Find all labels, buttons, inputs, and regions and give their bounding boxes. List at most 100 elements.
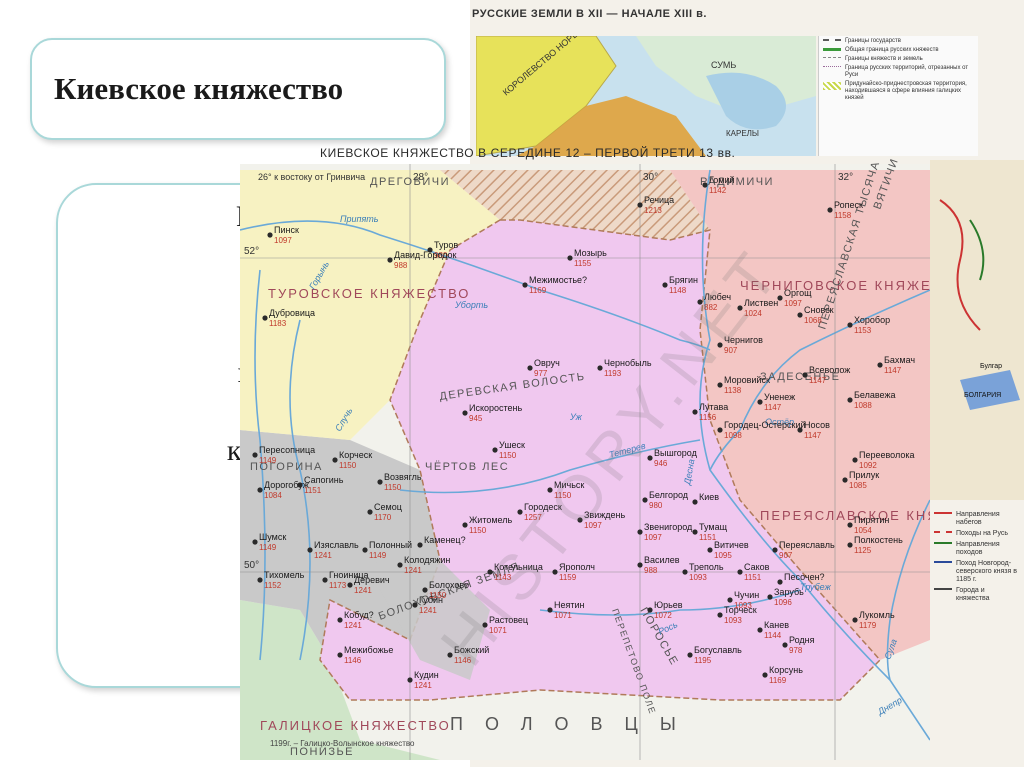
legend-label: Придунайско-приднестровская территория, … xyxy=(845,81,967,101)
city-name: Семоц xyxy=(374,502,402,512)
city-year: 1054 xyxy=(854,526,872,535)
legend-swatch xyxy=(823,48,841,51)
city-dot xyxy=(777,579,783,585)
city-name: Давид-Городок xyxy=(394,250,457,260)
city-year: 1149 xyxy=(259,543,277,552)
river-label: Трубеж xyxy=(800,582,832,592)
legend-row: Придунайско-приднестровская территория, … xyxy=(823,81,974,102)
background-map-legend: Границы государств Общая граница русских… xyxy=(818,36,978,156)
city-year: 1093 xyxy=(689,573,707,582)
city-dot xyxy=(252,539,258,545)
city-year: 1150 xyxy=(499,451,517,460)
city-year: 977 xyxy=(534,369,548,378)
city-name: Туров xyxy=(434,240,458,250)
city-name: Треполь xyxy=(689,562,724,572)
city-dot xyxy=(307,547,313,553)
region-label: ТУРОВСКОЕ КНЯЖЕСТВО xyxy=(268,286,470,301)
legend-row: Города и княжества xyxy=(934,587,1020,603)
city-name: Сновск xyxy=(804,305,834,315)
city-year: 1146 xyxy=(344,656,362,665)
city-name: Перееволока xyxy=(859,450,914,460)
city-name: Деревич xyxy=(354,575,390,585)
city-year: 1151 xyxy=(744,573,762,582)
city-year: 1095 xyxy=(714,551,732,560)
bg-label-bulgar: Булгар xyxy=(980,363,1002,370)
city-dot xyxy=(337,652,343,658)
city-name: Колодяжин xyxy=(404,555,450,565)
region-label: ГАЛИЦКОЕ КНЯЖЕСТВО xyxy=(260,718,451,733)
city-name: Бахмач xyxy=(884,355,915,365)
legend-label: Граница русских территорий, отрезанных о… xyxy=(845,65,969,78)
city-name: Губин xyxy=(419,595,443,605)
city-dot xyxy=(662,282,668,288)
background-map-inset: КОРОЛЕВСТВО НОРВЕГИЯ СУМЬ КАРЕЛЫ xyxy=(476,36,816,156)
city-dot xyxy=(847,522,853,528)
city-dot xyxy=(567,255,573,261)
city-name: Искоростень xyxy=(469,403,523,413)
city-name: Уненеж xyxy=(764,392,795,402)
city-year: 1195 xyxy=(694,656,712,665)
city-name: Богуславль xyxy=(694,645,742,655)
city-dot xyxy=(767,594,773,600)
map-footnote: 1199г. – Галицко-Волынское княжество xyxy=(270,739,415,748)
city-name: Межимостье? xyxy=(529,275,587,285)
city-year: 1147 xyxy=(804,431,822,440)
city-year: 1169 xyxy=(769,676,787,685)
city-dot xyxy=(847,322,853,328)
city-name: Брягин xyxy=(669,275,698,285)
city-dot xyxy=(717,612,723,618)
city-dot xyxy=(692,529,698,535)
degree-label-32: 32° xyxy=(838,172,853,183)
city-dot xyxy=(727,597,733,603)
city-dot xyxy=(692,499,698,505)
city-name: Кобуд? xyxy=(344,610,374,620)
city-year: 1071 xyxy=(554,611,572,620)
bg-label-karely: КАРЕЛЫ xyxy=(726,129,759,138)
meridian-note: 26° к востоку от Гринвича xyxy=(258,172,365,182)
city-name: Пирятин xyxy=(854,515,889,525)
slide-title: Киевское княжество xyxy=(54,71,344,106)
legend-swatch xyxy=(934,542,952,547)
city-name: Моровийск xyxy=(724,375,770,385)
city-year: 1149 xyxy=(369,551,387,560)
legend-row: Граница русских территорий, отрезанных о… xyxy=(823,65,974,79)
city-dot xyxy=(522,282,528,288)
area-label: ДРЕГОВИЧИ xyxy=(370,176,450,188)
city-dot xyxy=(377,479,383,485)
city-year: 1241 xyxy=(344,621,362,630)
slide-title-card: Киевское княжество xyxy=(30,38,446,140)
city-year: 1072 xyxy=(654,611,672,620)
city-year: 988 xyxy=(644,566,658,575)
city-dot xyxy=(417,542,423,548)
legend-swatch xyxy=(823,39,841,44)
legend-swatch xyxy=(934,561,952,566)
river-label: Уж xyxy=(569,412,583,422)
city-name: Кудин xyxy=(414,670,439,680)
city-name: Переяславль xyxy=(779,540,835,550)
legend-row: Поход Новгород-северского князя в 1185 г… xyxy=(934,560,1020,584)
city-name: Каменец? xyxy=(424,535,466,545)
bg-label-sum: СУМЬ xyxy=(711,60,736,70)
city-name: Юрьев xyxy=(654,600,683,610)
background-map-east: БОЛГАРИЯ Булгар xyxy=(930,160,1024,500)
city-dot xyxy=(772,547,778,553)
legend-swatch xyxy=(934,531,952,536)
city-name: Мозырь xyxy=(574,248,607,258)
city-dot xyxy=(527,365,533,371)
city-year: 1158 xyxy=(834,211,852,220)
city-name: Полкостень xyxy=(854,535,903,545)
city-year: 1149 xyxy=(259,456,277,465)
city-year: 1098 xyxy=(724,431,742,440)
city-dot xyxy=(422,587,428,593)
city-name: Неятин xyxy=(554,600,585,610)
degree-label-52: 52° xyxy=(244,246,259,257)
legend-swatch xyxy=(934,512,952,517)
area-label: ЧЁРТОВ ЛЕС xyxy=(425,461,509,473)
city-year: 1092 xyxy=(859,461,877,470)
city-year: 988 xyxy=(394,261,408,270)
legend-label: Направления походов xyxy=(956,541,1000,556)
city-year: 1148 xyxy=(669,286,687,295)
city-name: Житомель xyxy=(469,515,513,525)
city-year: 1144 xyxy=(764,631,782,640)
city-year: 1155 xyxy=(574,259,592,268)
